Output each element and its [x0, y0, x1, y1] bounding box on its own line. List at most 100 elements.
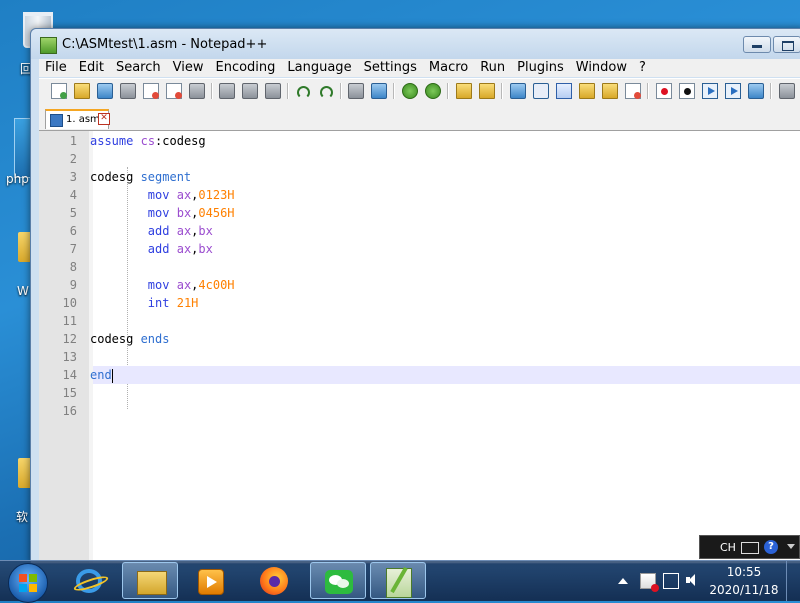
menu-run[interactable]: Run	[474, 59, 511, 77]
wechat-icon	[325, 570, 353, 594]
line-number: 10	[62, 296, 77, 310]
stop-record-icon[interactable]	[679, 83, 695, 99]
maximize-button[interactable]	[773, 36, 800, 53]
toolbar-separator	[287, 83, 289, 99]
menu-plugins[interactable]: Plugins	[511, 59, 570, 77]
start-button[interactable]	[8, 563, 48, 603]
find-icon[interactable]	[348, 83, 364, 99]
toolbar	[39, 78, 800, 104]
play-macro-icon[interactable]	[702, 83, 718, 99]
doc-map-icon[interactable]	[602, 83, 618, 99]
tab-label: 1. asm	[66, 114, 100, 125]
line-number: 14	[62, 368, 77, 382]
ie-icon	[76, 569, 102, 593]
menu-window[interactable]: Window	[570, 59, 633, 77]
clock-time[interactable]: 10:55	[716, 565, 772, 579]
code-line: 16	[63, 402, 800, 420]
notepadpp-icon	[386, 568, 412, 598]
cut-icon[interactable]	[219, 83, 235, 99]
menu-macro[interactable]: Macro	[423, 59, 474, 77]
taskbar-firefox[interactable]	[246, 562, 302, 599]
taskbar-notepadpp[interactable]	[370, 562, 426, 599]
function-list-icon[interactable]	[625, 83, 641, 99]
line-number: 6	[69, 224, 77, 238]
taskbar-media-player[interactable]	[182, 562, 238, 599]
save-macro-icon[interactable]	[748, 83, 764, 99]
title-bar[interactable]: C:\ASMtest\1.asm - Notepad++	[31, 29, 800, 59]
firefox-icon	[260, 567, 288, 595]
code-line: 8	[70, 258, 800, 276]
more-icon[interactable]	[779, 83, 795, 99]
run-macro-multiple-icon[interactable]	[725, 83, 741, 99]
code-line: 2	[70, 150, 800, 168]
code-line: 9 mov ax,4c00H	[70, 276, 800, 294]
close-all-icon[interactable]	[166, 83, 182, 99]
close-icon[interactable]	[143, 83, 159, 99]
volume-icon[interactable]	[686, 573, 700, 587]
chevron-down-icon[interactable]	[787, 544, 795, 549]
menu-settings[interactable]: Settings	[358, 59, 423, 77]
show-all-chars-icon[interactable]	[533, 83, 549, 99]
menu-search[interactable]: Search	[110, 59, 167, 77]
code-line: 11	[63, 312, 800, 330]
menu-encoding[interactable]: Encoding	[209, 59, 281, 77]
menu-language[interactable]: Language	[281, 59, 357, 77]
tab-close-icon[interactable]: ✕	[98, 113, 110, 125]
toolbar-separator	[770, 83, 772, 99]
record-macro-icon[interactable]	[656, 83, 672, 99]
clock-date[interactable]: 2020/11/18	[708, 583, 780, 597]
menu-help[interactable]: ?	[633, 59, 652, 77]
code-line: 15	[63, 384, 800, 402]
new-file-icon[interactable]	[51, 83, 67, 99]
keyboard-icon[interactable]	[741, 542, 759, 554]
open-folder-icon[interactable]	[74, 83, 90, 99]
redo-icon[interactable]	[318, 83, 334, 99]
undo-icon[interactable]	[295, 83, 311, 99]
language-bar[interactable]: CH ?	[699, 535, 800, 559]
notepadpp-app-icon	[40, 37, 57, 54]
zoom-out-icon[interactable]	[425, 83, 441, 99]
taskbar-ie[interactable]	[62, 562, 118, 599]
current-code-line: 14 end	[63, 366, 800, 384]
editor[interactable]: 1 assume cs:codesg 2 3 codesg segment 4 …	[39, 131, 800, 563]
minimize-button[interactable]	[743, 36, 771, 53]
explorer-icon	[137, 571, 167, 595]
taskbar-explorer[interactable]	[122, 562, 178, 599]
line-number: 12	[62, 332, 77, 346]
print-icon[interactable]	[189, 83, 205, 99]
menu-edit[interactable]: Edit	[73, 59, 110, 77]
save-icon[interactable]	[97, 83, 113, 99]
action-center-icon[interactable]	[640, 573, 659, 592]
code-text: assume cs:codesg	[90, 134, 206, 148]
taskbar: 10:55 2020/11/18	[0, 560, 800, 603]
line-number: 2	[69, 152, 77, 166]
window-title: C:\ASMtest\1.asm - Notepad++	[62, 37, 268, 52]
menu-view[interactable]: View	[167, 59, 210, 77]
zoom-in-icon[interactable]	[402, 83, 418, 99]
code-area[interactable]: 1 assume cs:codesg 2 3 codesg segment 4 …	[63, 131, 800, 563]
tab-1-asm[interactable]: 1. asm ✕	[45, 109, 110, 129]
show-desktop-button[interactable]	[786, 561, 800, 601]
show-hidden-icons-icon[interactable]	[618, 578, 628, 584]
replace-icon[interactable]	[371, 83, 387, 99]
line-number: 7	[69, 242, 77, 256]
code-text: int 21H	[147, 296, 199, 310]
input-language[interactable]: CH	[720, 541, 736, 554]
word-wrap-icon[interactable]	[510, 83, 526, 99]
line-number: 5	[69, 206, 77, 220]
toolbar-separator	[393, 83, 395, 99]
save-all-icon[interactable]	[120, 83, 136, 99]
network-icon[interactable]	[663, 573, 679, 589]
code-line: 13	[63, 348, 800, 366]
copy-icon[interactable]	[242, 83, 258, 99]
indent-guide-icon[interactable]	[556, 83, 572, 99]
taskbar-wechat[interactable]	[310, 562, 366, 599]
help-icon[interactable]: ?	[764, 540, 778, 554]
sync-horizontal-icon[interactable]	[479, 83, 495, 99]
paste-icon[interactable]	[265, 83, 281, 99]
user-lang-icon[interactable]	[579, 83, 595, 99]
code-line: 5 mov bx,0456H	[70, 204, 800, 222]
menu-file[interactable]: File	[39, 59, 73, 77]
line-number: 15	[62, 386, 77, 400]
sync-vertical-icon[interactable]	[456, 83, 472, 99]
